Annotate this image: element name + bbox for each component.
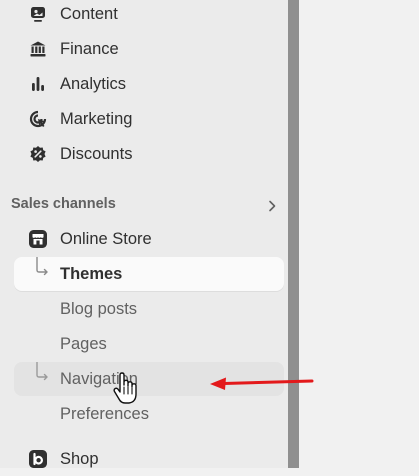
nav-item-marketing[interactable]: Marketing: [14, 102, 284, 136]
bar-chart-icon: [28, 74, 48, 94]
subnav-item-themes[interactable]: Themes: [14, 256, 284, 291]
subnav-item-preferences[interactable]: Preferences: [14, 397, 284, 431]
nav-item-content[interactable]: Content: [14, 0, 284, 31]
target-icon: [28, 109, 48, 129]
nav-item-discounts[interactable]: Discounts: [14, 137, 284, 171]
nav-label-shop: Shop: [60, 449, 99, 468]
nav-item-shop[interactable]: Shop: [14, 442, 284, 476]
tree-connector-icon: [34, 361, 48, 382]
nav-item-analytics[interactable]: Analytics: [14, 67, 284, 101]
bank-icon: [28, 39, 48, 59]
nav-label-finance: Finance: [60, 39, 119, 58]
chevron-right-icon[interactable]: [265, 199, 279, 213]
shop-app-icon: [28, 449, 48, 469]
nav-label-marketing: Marketing: [60, 109, 133, 128]
hand-pointer-icon: [113, 372, 137, 404]
subnav-label-blog-posts: Blog posts: [60, 299, 138, 318]
sidebar-resize-divider[interactable]: [288, 0, 299, 468]
sidebar: Content Finance Analytics Marketing Disc…: [0, 0, 288, 468]
nav-label-online-store: Online Store: [60, 229, 152, 248]
content-icon: [28, 4, 48, 24]
nav-item-finance[interactable]: Finance: [14, 32, 284, 66]
subnav-label-preferences: Preferences: [60, 404, 149, 423]
subnav-item-blog-posts[interactable]: Blog posts: [14, 292, 284, 326]
nav-label-content: Content: [60, 4, 118, 23]
subnav-label-pages: Pages: [60, 334, 107, 353]
main-content-area: [299, 0, 419, 468]
discount-badge-icon: [28, 144, 48, 164]
annotation-arrow-icon: [210, 377, 314, 390]
tree-connector-icon: [34, 256, 48, 277]
sales-channels-header[interactable]: Sales channels: [11, 195, 283, 217]
storefront-icon: [28, 229, 48, 249]
subnav-item-pages[interactable]: Pages: [14, 327, 284, 361]
sales-channels-heading: Sales channels: [11, 196, 116, 212]
subnav-label-themes: Themes: [60, 264, 123, 283]
nav-label-discounts: Discounts: [60, 144, 133, 163]
nav-label-analytics: Analytics: [60, 74, 127, 93]
nav-item-online-store[interactable]: Online Store: [14, 222, 284, 256]
